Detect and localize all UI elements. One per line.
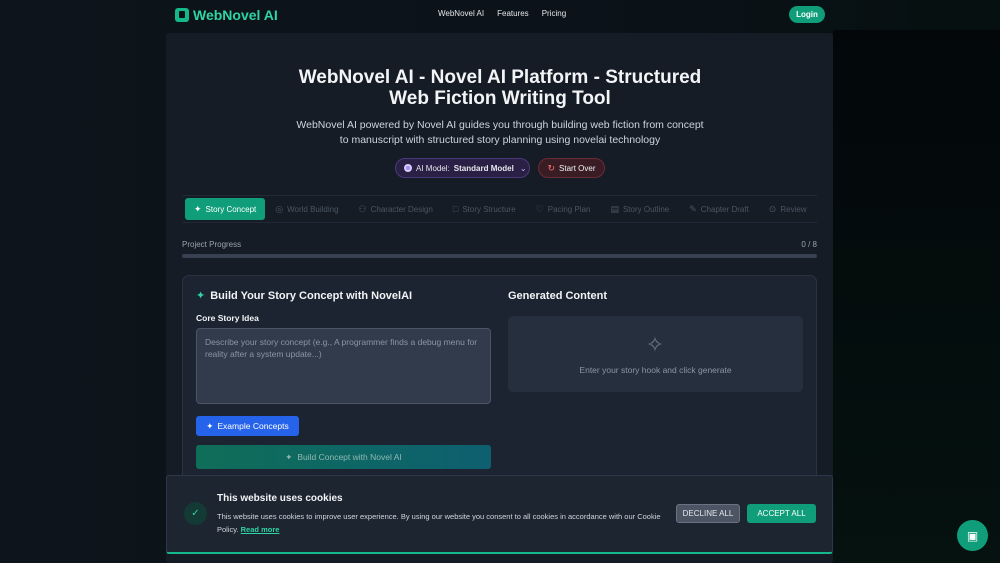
cookie-text: This website uses cookies to improve use… (217, 512, 661, 534)
shield-icon: ✓ (184, 502, 207, 525)
tab-label: Story Structure (462, 204, 516, 214)
example-concepts-label: Example Concepts (217, 421, 289, 431)
tab-chapter-draft[interactable]: ✎ Chapter Draft (679, 198, 759, 220)
sparkle-icon: ✦ (285, 451, 293, 462)
sparkles-icon: ✧ (645, 332, 665, 357)
refresh-icon: ↻ (547, 162, 556, 173)
example-concepts-button[interactable]: ✦ Example Concepts (196, 416, 299, 436)
chat-button[interactable]: ▣ (957, 520, 988, 551)
tab-label: Character Design (370, 204, 433, 214)
chat-icon: ▣ (966, 528, 979, 543)
model-icon (404, 164, 412, 172)
book-icon: □ (452, 204, 459, 214)
tab-review[interactable]: ⊙ Review (759, 198, 817, 220)
sparkle-icon: ✦ (196, 290, 206, 302)
tab-label: Story Outline (622, 204, 670, 214)
tab-world-building[interactable]: ◎ World Building (265, 198, 348, 220)
nav-links: WebNovel AI Features Pricing (438, 9, 566, 18)
build-concept-label: Build Concept with Novel AI (297, 452, 402, 462)
nav-link-pricing[interactable]: Pricing (542, 9, 566, 18)
nav-link-features[interactable]: Features (497, 9, 529, 18)
logo[interactable]: WebNovel AI (175, 6, 278, 24)
logo-text: WebNovel AI (193, 7, 278, 23)
model-value: Standard Model (453, 163, 514, 173)
progress-bar (182, 254, 817, 258)
document-icon: ▤ (610, 203, 619, 214)
tab-story-outline[interactable]: ▤ Story Outline (600, 198, 679, 220)
ai-model-selector[interactable]: AI Model: Standard Model ⌄ (395, 158, 530, 178)
tab-character-design[interactable]: ⚇ Character Design (349, 198, 443, 220)
tab-pacing-plan[interactable]: ♡ Pacing Plan (526, 198, 601, 220)
model-label: AI Model: (416, 163, 450, 173)
tab-story-concept[interactable]: ✦ Story Concept (185, 198, 266, 220)
page-subtitle-line-2: to manuscript with structured story plan… (339, 134, 661, 146)
sparkle-icon: ✦ (206, 420, 214, 431)
generated-empty-message: Enter your story hook and click generate (579, 365, 732, 375)
progress-label: Project Progress (182, 240, 242, 249)
tab-label: Chapter Draft (700, 204, 749, 214)
start-over-button[interactable]: ↻ Start Over (538, 158, 605, 178)
top-nav: WebNovel AI WebNovel AI Features Pricing… (0, 0, 1000, 30)
builder-title: ✦ Build Your Story Concept with NovelAI (196, 289, 413, 303)
pen-icon: ✎ (689, 203, 697, 214)
builder-title-text: Build Your Story Concept with NovelAI (210, 289, 413, 302)
decline-all-button[interactable]: DECLINE ALL (676, 504, 740, 523)
page-title-line-1: WebNovel AI - Novel AI Platform - Struct… (298, 67, 702, 88)
progress-count: 0 / 8 (801, 240, 817, 249)
users-icon: ⚇ (358, 203, 367, 214)
tab-label: Pacing Plan (547, 204, 591, 214)
right-backdrop (833, 30, 1000, 563)
tab-label: Review (780, 204, 807, 214)
step-tabs: ✦ Story Concept ◎ World Building ⚇ Chara… (182, 195, 817, 223)
build-concept-button[interactable]: ✦ Build Concept with Novel AI (196, 445, 491, 469)
accept-all-button[interactable]: ACCEPT ALL (747, 504, 816, 523)
cookie-title: This website uses cookies (217, 493, 343, 504)
story-idea-input[interactable] (196, 328, 491, 404)
cookie-text-block: This website uses cookies to improve use… (217, 511, 667, 536)
heart-icon: ♡ (535, 203, 544, 214)
login-button[interactable]: Login (789, 6, 825, 23)
page-subtitle: WebNovel AI powered by Novel AI guides y… (0, 118, 1000, 148)
chevron-down-icon: ⌄ (519, 163, 527, 173)
core-story-idea-label: Core Story Idea (196, 313, 259, 323)
nav-link-webnovel-ai[interactable]: WebNovel AI (438, 9, 484, 18)
read-more-link[interactable]: Read more (241, 525, 280, 534)
tab-story-structure[interactable]: □ Story Structure (443, 198, 526, 220)
globe-icon: ◎ (275, 203, 284, 214)
check-circle-icon: ⊙ (768, 203, 777, 214)
page-subtitle-line-1: WebNovel AI powered by Novel AI guides y… (296, 119, 704, 131)
page-title-line-2: Web Fiction Writing Tool (389, 88, 611, 109)
tab-label: World Building (287, 204, 339, 214)
sparkle-icon: ✦ (194, 203, 202, 214)
tab-label: Story Concept (205, 204, 257, 214)
page-title: WebNovel AI - Novel AI Platform - Struct… (0, 67, 1000, 109)
start-over-label: Start Over (559, 163, 596, 173)
generated-content-title: Generated Content (508, 290, 608, 302)
logo-icon (175, 8, 189, 22)
